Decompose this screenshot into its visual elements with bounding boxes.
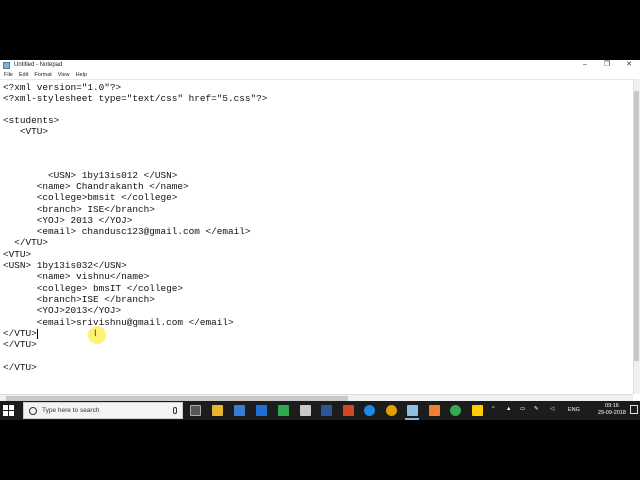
editor-line: <branch>ISE </branch>: [3, 294, 155, 305]
mouse-cursor-highlight: [88, 326, 106, 344]
text-caret: [37, 329, 38, 339]
editor-line: <?xml-stylesheet type="text/css" href="5…: [3, 93, 268, 104]
desktop-screen: Untitled - Notepad – ❐ ✕ File Edit Forma…: [0, 60, 640, 420]
menu-bar: File Edit Format View Help: [0, 70, 640, 79]
file-explorer-icon[interactable]: [212, 405, 223, 416]
editor-line: <branch> ISE</branch>: [3, 204, 155, 215]
editor-line: <name> Chandrakanth </name>: [3, 181, 189, 192]
language-indicator[interactable]: ENG: [568, 407, 580, 420]
battery-icon[interactable]: ▭: [520, 406, 525, 420]
notification-icon[interactable]: [630, 405, 638, 414]
editor-line: <name> vishnu</name>: [3, 271, 150, 282]
task-view-icon[interactable]: [190, 405, 201, 416]
ime-icon[interactable]: ✎: [534, 406, 539, 420]
store-icon[interactable]: [234, 405, 245, 416]
app-icon[interactable]: [278, 405, 289, 416]
word-icon[interactable]: [321, 405, 332, 416]
taskbar: Type here to search ^ ▲ ▭ ✎ ◁ ENG 09:16 …: [0, 401, 640, 420]
vertical-scroll-thumb[interactable]: [634, 91, 639, 361]
tray-expand-icon[interactable]: ^: [492, 406, 495, 420]
notepad-taskbar-icon[interactable]: [407, 405, 418, 416]
window-title: Untitled - Notepad: [14, 62, 63, 68]
volume-icon[interactable]: ◁: [550, 406, 554, 420]
menu-format[interactable]: Format: [34, 72, 51, 78]
search-icon: [29, 406, 37, 415]
editor-line: <students>: [3, 115, 60, 126]
editor-line: <YOJ> 2013 </YOJ>: [3, 215, 133, 226]
editor-line: <USN> 1by13is012 </USN>: [3, 170, 178, 181]
editor-line: <email> chandusc123@gmail.com </email>: [3, 226, 251, 237]
app-orange-icon[interactable]: [429, 405, 440, 416]
ibeam-cursor-icon: I: [94, 329, 97, 339]
editor-line: </VTU>: [3, 237, 49, 248]
network-icon[interactable]: ▲: [506, 406, 511, 420]
editor-line: <VTU>: [3, 249, 32, 260]
clock-time: 09:16: [605, 403, 619, 409]
active-app-indicator: [405, 418, 419, 420]
maximize-button[interactable]: ❐: [596, 60, 618, 70]
menu-help[interactable]: Help: [76, 72, 87, 78]
editor-line: <YOJ>2013</YOJ>: [3, 305, 122, 316]
powerpoint-icon[interactable]: [343, 405, 354, 416]
editor-line: <email>srivishnu@gmail.com </email>: [3, 317, 234, 328]
edge-icon[interactable]: [364, 405, 375, 416]
windows-start-icon[interactable]: [3, 405, 15, 416]
chat-icon[interactable]: [450, 405, 461, 416]
menu-view[interactable]: View: [58, 72, 70, 78]
editor-line: </VTU>: [3, 362, 37, 373]
window-controls: – ❐ ✕: [574, 60, 640, 70]
minimize-button[interactable]: –: [574, 60, 596, 70]
editor-line: <college> bmsIT </college>: [3, 283, 184, 294]
vertical-scrollbar[interactable]: [633, 79, 640, 394]
microphone-icon[interactable]: [173, 407, 177, 414]
menu-edit[interactable]: Edit: [19, 72, 28, 78]
editor-line: <college>bmsit </college>: [3, 192, 178, 203]
notepad-icon: [3, 61, 10, 69]
chrome-icon[interactable]: [386, 405, 397, 416]
text-editor[interactable]: <?xml version="1.0"?> <?xml-stylesheet t…: [0, 79, 633, 394]
mail-icon[interactable]: [300, 405, 311, 416]
horizontal-scrollbar[interactable]: [0, 394, 633, 401]
close-button[interactable]: ✕: [618, 60, 640, 70]
dropbox-icon[interactable]: [256, 405, 267, 416]
editor-line: </VTU>: [3, 328, 37, 339]
editor-line: <USN> 1by13is032</USN>: [3, 260, 127, 271]
search-placeholder: Type here to search: [42, 407, 100, 414]
menu-file[interactable]: File: [4, 72, 13, 78]
taskbar-search-box[interactable]: Type here to search: [23, 402, 183, 419]
sticky-notes-icon[interactable]: [472, 405, 483, 416]
editor-line: <VTU>: [3, 126, 49, 137]
title-bar[interactable]: Untitled - Notepad – ❐ ✕: [0, 60, 640, 70]
clock-date: 29-09-2018: [597, 410, 626, 416]
editor-line: <?xml version="1.0"?>: [3, 82, 122, 93]
system-clock[interactable]: 09:16 29-09-2018: [598, 403, 626, 417]
editor-line: </VTU>: [3, 339, 37, 350]
